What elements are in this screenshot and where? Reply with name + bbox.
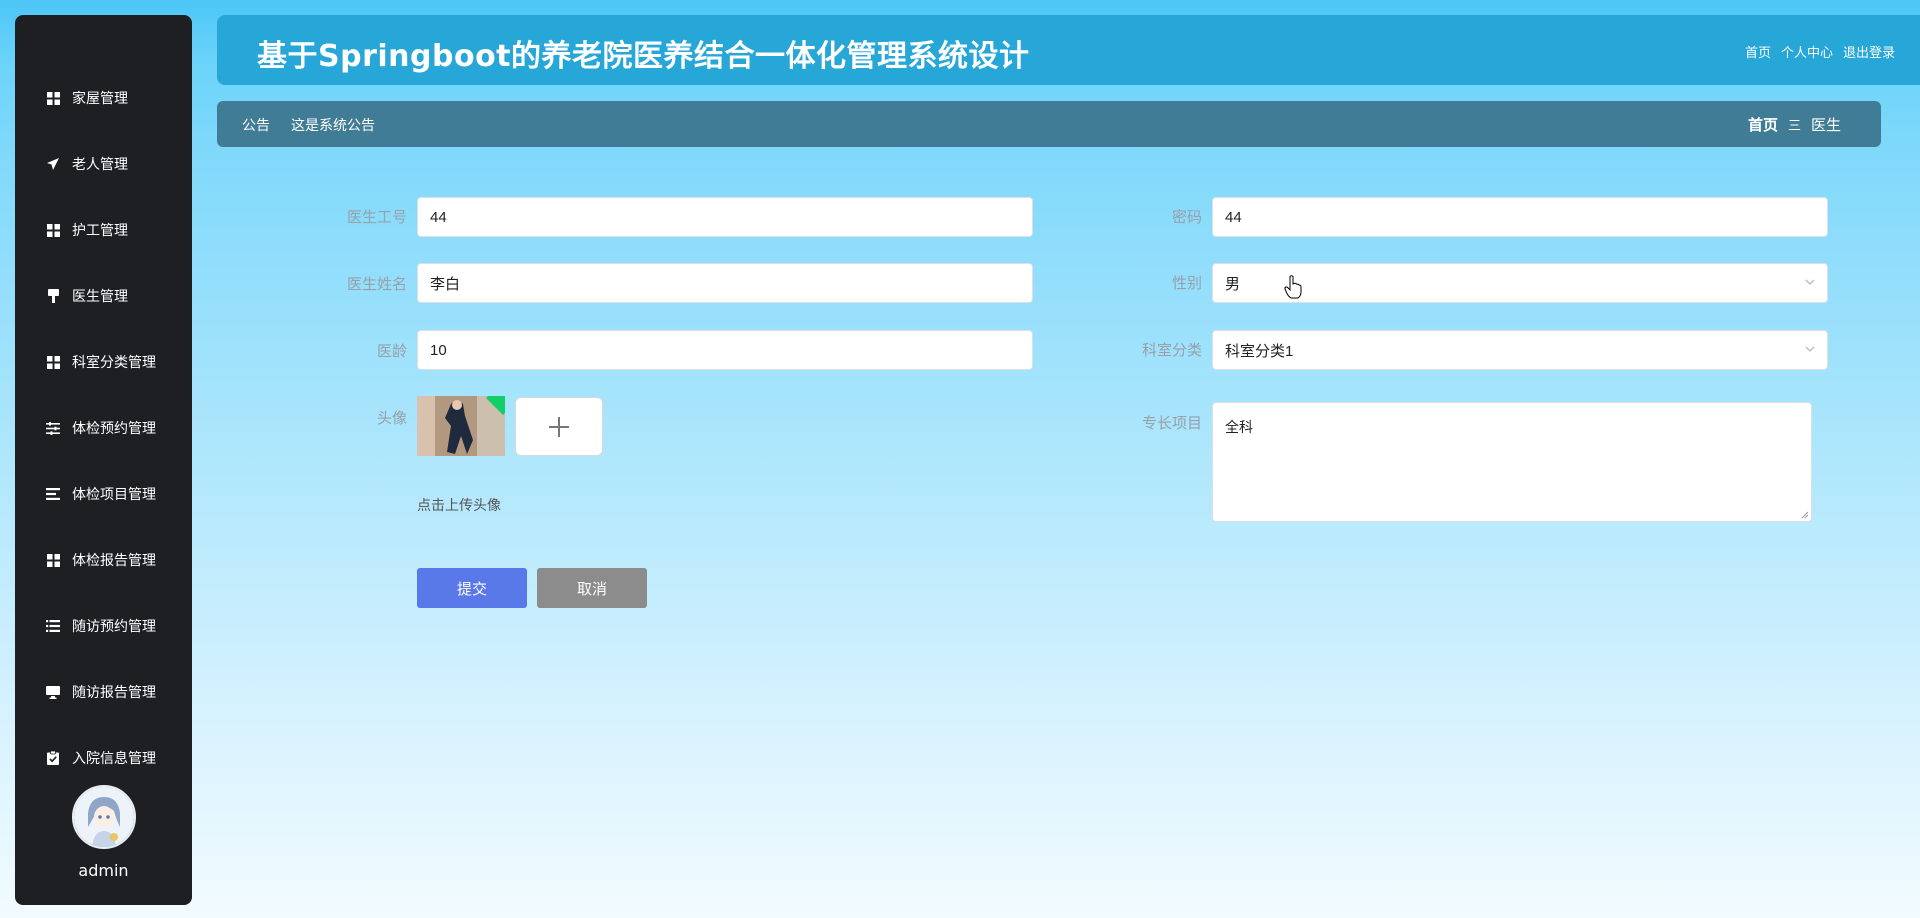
password-input[interactable]: 44: [1212, 197, 1828, 237]
grid-icon: [46, 223, 60, 237]
notice-label: 公告: [242, 118, 270, 134]
password-label: 密码: [1171, 208, 1202, 226]
sidebar-item-followup-report-management[interactable]: 随访报告管理: [15, 659, 192, 725]
avatar-thumbnail[interactable]: [417, 396, 505, 456]
app-title: 基于Springboot的养老院医养结合一体化管理系统设计: [257, 39, 1030, 74]
department-selected-value: 科室分类1: [1225, 342, 1294, 360]
breadcrumb-current: 医生: [1810, 116, 1841, 134]
department-label: 科室分类: [1141, 341, 1202, 359]
user-name: admin: [78, 861, 129, 880]
monitor-icon: [46, 685, 60, 699]
grid-icon: [46, 91, 60, 105]
top-header: 基于Springboot的养老院医养结合一体化管理系统设计 首页 个人中心 退出…: [217, 15, 1920, 85]
brush-icon: [46, 289, 60, 303]
grid-icon: [46, 553, 60, 567]
sidebar-item-followup-appointment-management[interactable]: 随访预约管理: [15, 593, 192, 659]
chevron-down-icon: [1805, 346, 1815, 352]
list-icon: [46, 619, 60, 633]
upload-avatar-button[interactable]: [515, 397, 603, 456]
sidebar-item-admission-info-management[interactable]: 入院信息管理: [15, 725, 192, 791]
department-select[interactable]: 科室分类1: [1212, 330, 1828, 370]
grid-icon: [46, 355, 60, 369]
clipboard-icon: [46, 751, 60, 765]
sidebar-item-label: 家屋管理: [72, 91, 128, 107]
gender-select[interactable]: 男: [1212, 263, 1828, 303]
breadcrumb-home[interactable]: 首页: [1748, 114, 1778, 135]
notice-text: 这是系统公告: [291, 118, 375, 134]
years-label: 医龄: [376, 342, 407, 360]
avatar[interactable]: [71, 785, 136, 849]
upload-hint: 点击上传头像: [417, 498, 501, 514]
sidebar-item-label: 科室分类管理: [72, 355, 156, 371]
cancel-button[interactable]: 取消: [537, 568, 647, 608]
years-input[interactable]: 10: [417, 330, 1033, 370]
send-icon: [46, 157, 60, 171]
sidebar-item-label: 随访报告管理: [72, 685, 156, 701]
submit-button[interactable]: 提交: [417, 568, 527, 608]
avatar-label: 头像: [376, 409, 407, 427]
sliders-icon: [46, 421, 60, 435]
resize-handle-icon[interactable]: [1801, 511, 1809, 519]
sidebar-item-elder-management[interactable]: 老人管理: [15, 131, 192, 197]
breadcrumb-separator: 三: [1787, 119, 1801, 134]
sidebar-item-label: 体检项目管理: [72, 487, 156, 503]
sidebar-item-label: 医生管理: [72, 289, 128, 305]
sidebar-item-checkup-report-management[interactable]: 体检报告管理: [15, 527, 192, 593]
gender-label: 性别: [1171, 274, 1202, 292]
top-link-profile[interactable]: 个人中心: [1781, 42, 1833, 61]
sidebar-item-label: 随访预约管理: [72, 619, 156, 635]
doctor-id-input[interactable]: 44: [417, 197, 1033, 237]
doctor-name-input[interactable]: 李白: [417, 263, 1033, 303]
breadcrumb: 首页 三 医生: [1748, 114, 1841, 135]
top-link-logout[interactable]: 退出登录: [1843, 42, 1895, 61]
chevron-down-icon: [1805, 279, 1815, 285]
sidebar-item-checkup-item-management[interactable]: 体检项目管理: [15, 461, 192, 527]
sidebar-item-label: 体检报告管理: [72, 553, 156, 569]
sidebar-item-label: 体检预约管理: [72, 421, 156, 437]
specialty-label: 专长项目: [1141, 414, 1202, 432]
sidebar-item-label: 护工管理: [72, 223, 128, 239]
sidebar-item-label: 老人管理: [72, 157, 128, 173]
user-panel: admin: [15, 785, 192, 880]
sidebar: 家屋管理 老人管理 护工管理 医生管理 科室分类管理 体检预约管理 体检项目管理…: [15, 15, 192, 905]
sidebar-item-checkup-appointment-management[interactable]: 体检预约管理: [15, 395, 192, 461]
sidebar-item-caregiver-management[interactable]: 护工管理: [15, 197, 192, 263]
sidebar-item-home-management[interactable]: 家屋管理: [15, 65, 192, 131]
specialty-textarea[interactable]: 全科: [1212, 402, 1812, 522]
top-nav: 首页 个人中心 退出登录: [1745, 42, 1895, 61]
avatar-photo-image: [417, 396, 505, 456]
specialty-value: 全科: [1225, 419, 1253, 435]
list-icon: [46, 487, 60, 501]
notice-bar: 公告 这是系统公告 首页 三 医生: [217, 101, 1881, 147]
gender-selected-value: 男: [1225, 275, 1241, 293]
sidebar-item-doctor-management[interactable]: 医生管理: [15, 263, 192, 329]
top-link-home[interactable]: 首页: [1745, 42, 1771, 61]
sidebar-menu: 家屋管理 老人管理 护工管理 医生管理 科室分类管理 体检预约管理 体检项目管理…: [15, 65, 192, 791]
doctor-id-label: 医生工号: [346, 208, 407, 226]
hand-cursor-icon: [1284, 275, 1302, 299]
sidebar-item-department-category-management[interactable]: 科室分类管理: [15, 329, 192, 395]
plus-icon: [549, 416, 569, 437]
sidebar-item-label: 入院信息管理: [72, 751, 156, 767]
doctor-name-label: 医生姓名: [346, 275, 407, 293]
